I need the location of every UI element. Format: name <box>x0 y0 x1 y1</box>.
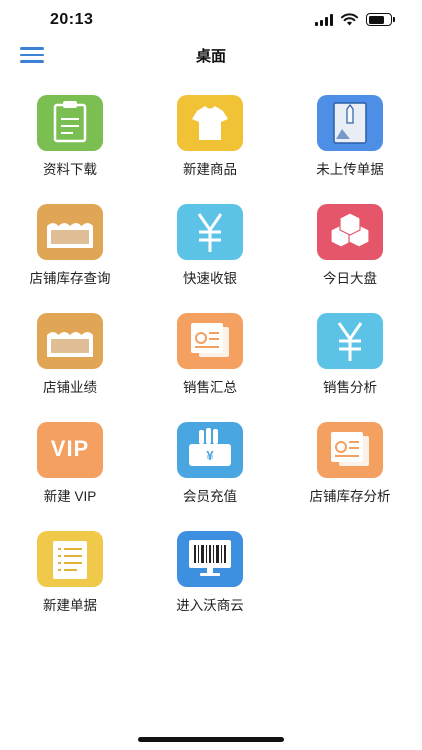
status-bar: 20:13 <box>0 0 422 40</box>
yen-icon <box>177 204 243 260</box>
home-indicator[interactable] <box>138 737 284 742</box>
app-tile-label: 店铺业绩 <box>43 380 97 395</box>
store-icon <box>37 313 103 369</box>
app-tile[interactable]: ¥ 会员充值 <box>140 422 280 512</box>
app-tile[interactable]: 销售汇总 <box>140 313 280 403</box>
battery-icon <box>366 13 395 26</box>
barcode-monitor-icon <box>177 531 243 587</box>
app-tile-label: 新建商品 <box>183 162 237 177</box>
app-tile-label: 销售汇总 <box>183 380 237 395</box>
box-upload-icon <box>317 95 383 151</box>
vip-icon: VIP <box>37 422 103 478</box>
app-tile-label: 未上传单据 <box>316 162 384 177</box>
app-tile-label: 新建单据 <box>43 598 97 613</box>
app-tile-label: 销售分析 <box>323 380 377 395</box>
app-tile[interactable]: 店铺业绩 <box>0 313 140 403</box>
document-list-icon <box>37 531 103 587</box>
app-tile-label: 会员充值 <box>183 489 237 504</box>
app-tile[interactable]: VIP 新建 VIP <box>0 422 140 512</box>
receipt-icon <box>177 313 243 369</box>
app-tile[interactable]: 新建商品 <box>140 95 280 185</box>
app-tile[interactable]: 未上传单据 <box>280 95 420 185</box>
yen-icon <box>317 313 383 369</box>
svg-text:¥: ¥ <box>206 448 214 463</box>
clipboard-icon <box>37 95 103 151</box>
page-title: 桌面 <box>195 48 226 65</box>
app-tile-label: 新建 VIP <box>43 489 97 504</box>
wifi-icon <box>341 13 358 26</box>
nav-bar: 桌面 <box>0 40 422 70</box>
hand-yen-icon: ¥ <box>177 422 243 478</box>
app-tile-label: 店铺库存查询 <box>29 271 111 286</box>
app-tile[interactable]: 新建单据 <box>0 531 140 621</box>
app-tile[interactable]: 店铺库存分析 <box>280 422 420 512</box>
tshirt-icon <box>177 95 243 151</box>
app-tile-label: 店铺库存分析 <box>309 489 391 504</box>
app-tile[interactable]: 店铺库存查询 <box>0 204 140 294</box>
vip-icon-text: VIP <box>50 436 90 461</box>
app-tile[interactable]: 销售分析 <box>280 313 420 403</box>
status-time: 20:13 <box>50 11 94 28</box>
app-tile[interactable]: 资料下载 <box>0 95 140 185</box>
receipt-icon <box>317 422 383 478</box>
app-tile[interactable]: 快速收银 <box>140 204 280 294</box>
app-tile[interactable]: 进入沃商云 <box>140 531 280 621</box>
app-tile-label: 今日大盘 <box>323 271 377 286</box>
app-tile-label: 资料下载 <box>43 162 97 177</box>
app-tile-label: 快速收银 <box>183 271 237 286</box>
signal-icon <box>315 13 333 26</box>
app-tile-label: 进入沃商云 <box>176 598 244 613</box>
status-icons <box>315 13 395 26</box>
app-tile[interactable]: 今日大盘 <box>280 204 420 294</box>
cubes-icon <box>317 204 383 260</box>
store-icon <box>37 204 103 260</box>
